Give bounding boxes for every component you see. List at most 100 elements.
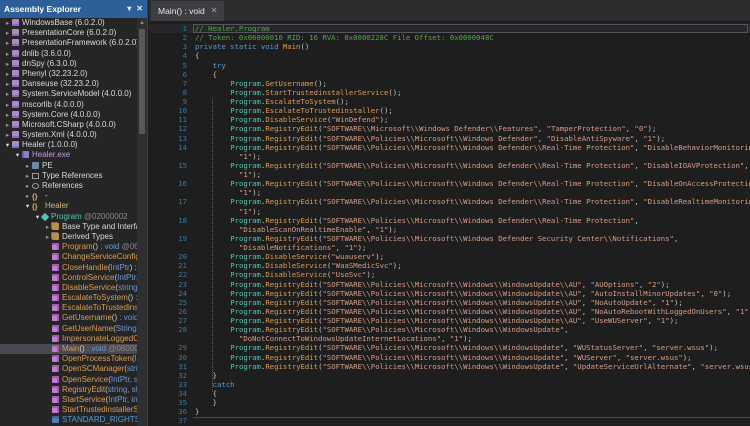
tree-item[interactable]: CloseHandle(IntPtr) : bool <box>0 263 137 273</box>
code-text: private static void Main() <box>195 42 309 51</box>
tree-item-label: mscorlib (4.0.0.0) <box>22 100 84 109</box>
expander-icon[interactable]: ▸ <box>23 192 32 201</box>
tree-item[interactable]: ▸Derived Types <box>0 232 137 242</box>
close-icon[interactable]: ✕ <box>136 5 143 13</box>
tree-item-label: IntPtr, int <box>117 273 137 282</box>
tree-item[interactable]: ▸ System.Core (4.0.0.0) <box>0 110 137 120</box>
tree-item[interactable]: ChangeServiceConfig(IntPtr, string) <box>0 252 137 262</box>
scrollbar-thumb[interactable] <box>139 29 145 134</box>
tree-item[interactable]: ▸ Danseuse (32.23.2.0) <box>0 79 137 89</box>
tree-item[interactable]: ▸Microsoft.CSharp (4.0.0.0) <box>0 120 137 130</box>
expander-icon[interactable]: ▸ <box>3 19 12 28</box>
tree-item[interactable]: StartService(IntPtr, int, string) <box>0 395 137 405</box>
expander-icon[interactable]: ▸ <box>3 29 12 38</box>
tree-item[interactable]: ▾Healer.exe <box>0 150 137 160</box>
tree-item[interactable]: ▸Base Type and Interfaces <box>0 222 137 232</box>
code-line: "1"); <box>149 188 750 197</box>
tree-item[interactable]: ▸System.Xml (4.0.0.0) <box>0 130 137 140</box>
class-icon <box>41 212 49 220</box>
tree-item[interactable]: ▸dnlib (3.6.0.0) <box>0 49 137 59</box>
tree-item[interactable]: ▾Program @02000002 <box>0 212 137 222</box>
code-line: 35} <box>149 398 750 407</box>
assembly-icon <box>12 90 19 97</box>
tree-item[interactable]: OpenProcessToken(IntPtr, int) <box>0 354 137 364</box>
chevron-down-icon[interactable]: ▾ <box>127 5 131 13</box>
expander-icon[interactable]: ▸ <box>3 70 12 79</box>
tree-item[interactable]: ▸ PE <box>0 161 137 171</box>
tree-item[interactable]: ▸{}- <box>0 191 137 201</box>
field-icon <box>52 416 59 423</box>
scroll-up-icon[interactable]: ▲ <box>137 18 147 28</box>
tree-item[interactable]: OpenService(IntPtr, string) <box>0 375 137 385</box>
line-number: 5 <box>159 61 187 70</box>
code-text: } <box>195 407 199 416</box>
tab-close-icon[interactable]: ✕ <box>211 7 218 15</box>
tree-item[interactable]: GetUserName(StringBuilder) <box>0 324 137 334</box>
assembly-icon <box>12 131 19 138</box>
tree-item-label: Healer <box>45 201 69 210</box>
expander-icon[interactable]: ▸ <box>3 39 12 48</box>
code-text: Program.RegistryEdit("SOFTWARE\\Policies… <box>195 161 749 170</box>
tree-item-label: ImpersonateLoggedOnUser <box>62 334 137 343</box>
line-number: 27 <box>159 316 187 325</box>
decompiled-code-view[interactable]: 1// Healer.Program2// Token: 0x06000010 … <box>149 21 750 426</box>
expander-icon[interactable]: ▸ <box>3 80 12 89</box>
assembly-tree[interactable]: ▸WindowsBase (6.0.2.0)▸PresentationCore … <box>0 18 137 426</box>
tree-item[interactable]: GetUsername() : void @0 <box>0 313 137 323</box>
tree-item-label: GetUsername <box>62 313 112 322</box>
line-number: 3 <box>159 42 187 51</box>
line-number: 15 <box>159 161 187 170</box>
tree-item[interactable]: ▸System.ServiceModel (4.0.0.0) <box>0 89 137 99</box>
tree-item[interactable]: StartTrustedinstallerService() <box>0 405 137 415</box>
tree-item[interactable]: DisableService(string) : void <box>0 283 137 293</box>
expander-icon[interactable]: ▾ <box>3 141 12 150</box>
expander-icon[interactable]: ▸ <box>23 162 32 171</box>
tree-item-label: System.Core (4.0.0.0) <box>22 110 100 119</box>
tree-item[interactable]: ControlService(IntPtr, int) <box>0 273 137 283</box>
tree-item[interactable]: OpenSCManager(string, string) <box>0 364 137 374</box>
tree-item[interactable]: ▸ mscorlib (4.0.0.0) <box>0 100 137 110</box>
expander-icon[interactable]: ▾ <box>23 202 32 211</box>
tab-main-void[interactable]: Main() : void ✕ <box>151 1 224 21</box>
tree-item[interactable]: STANDARD_RIGHTS_REQUIRED <box>0 415 137 425</box>
line-number: 28 <box>159 325 187 334</box>
tree-item-label: PE <box>42 161 53 170</box>
expander-icon[interactable]: ▸ <box>43 233 52 242</box>
tree-item[interactable]: RegistryEdit(string, string, string) <box>0 385 137 395</box>
expander-icon[interactable]: ▾ <box>13 151 22 160</box>
expander-icon[interactable]: ▸ <box>3 131 12 140</box>
tree-item[interactable]: Program() : void @06000001 <box>0 242 137 252</box>
tree-item-label: StringBuilder <box>116 324 137 333</box>
tree-item[interactable]: ▸dnSpy (6.3.0.0) <box>0 59 137 69</box>
expander-icon[interactable]: ▸ <box>3 60 12 69</box>
expander-icon[interactable]: ▸ <box>3 50 12 59</box>
expander-icon[interactable]: ▸ <box>23 172 32 181</box>
tree-item[interactable]: Main() : void @06000010 <box>0 344 137 354</box>
code-line: 23Program.RegistryEdit("SOFTWARE\\Polici… <box>149 280 750 289</box>
tree-item[interactable]: ▸PresentationCore (6.0.2.0) <box>0 28 137 38</box>
tree-item[interactable]: ▸ Phenyl (32.23.2.0) <box>0 69 137 79</box>
tree-item[interactable]: ImpersonateLoggedOnUser(IntPtr) <box>0 334 137 344</box>
reference-icon <box>32 183 39 189</box>
expander-icon[interactable]: ▸ <box>43 223 52 232</box>
tree-item[interactable]: ▸WindowsBase (6.0.2.0) <box>0 18 137 28</box>
expander-icon[interactable]: ▸ <box>3 111 12 120</box>
code-text: Program.DisableService("WaaSMedicSvc"); <box>195 261 402 270</box>
tree-item-label: StartTrustedinstallerService <box>62 405 137 414</box>
tree-item[interactable]: ▾Healer (1.0.0.0) <box>0 140 137 150</box>
tree-item[interactable]: EscalateToSystem() : void <box>0 293 137 303</box>
tree-item[interactable]: ▸Type References <box>0 171 137 181</box>
tree-item-label: Phenyl (32.23.2.0) <box>22 69 87 78</box>
tree-item-label: IntPtr, string <box>111 375 137 384</box>
tree-item[interactable]: ▾{}Healer <box>0 201 137 211</box>
expander-icon[interactable]: ▸ <box>23 182 32 191</box>
tree-item[interactable]: ▸PresentationFramework (6.0.2.0) <box>0 38 137 48</box>
tree-item[interactable]: ▸References <box>0 181 137 191</box>
expander-icon[interactable]: ▸ <box>3 121 12 130</box>
expander-icon[interactable]: ▸ <box>3 90 12 99</box>
line-number: 33 <box>159 380 187 389</box>
tree-item-label: Danseuse (32.23.2.0) <box>22 79 99 88</box>
sidebar-scrollbar[interactable]: ▲ <box>137 18 147 426</box>
expander-icon[interactable]: ▸ <box>3 101 12 110</box>
tree-item[interactable]: EscalateToTrustedinstaller() <box>0 303 137 313</box>
